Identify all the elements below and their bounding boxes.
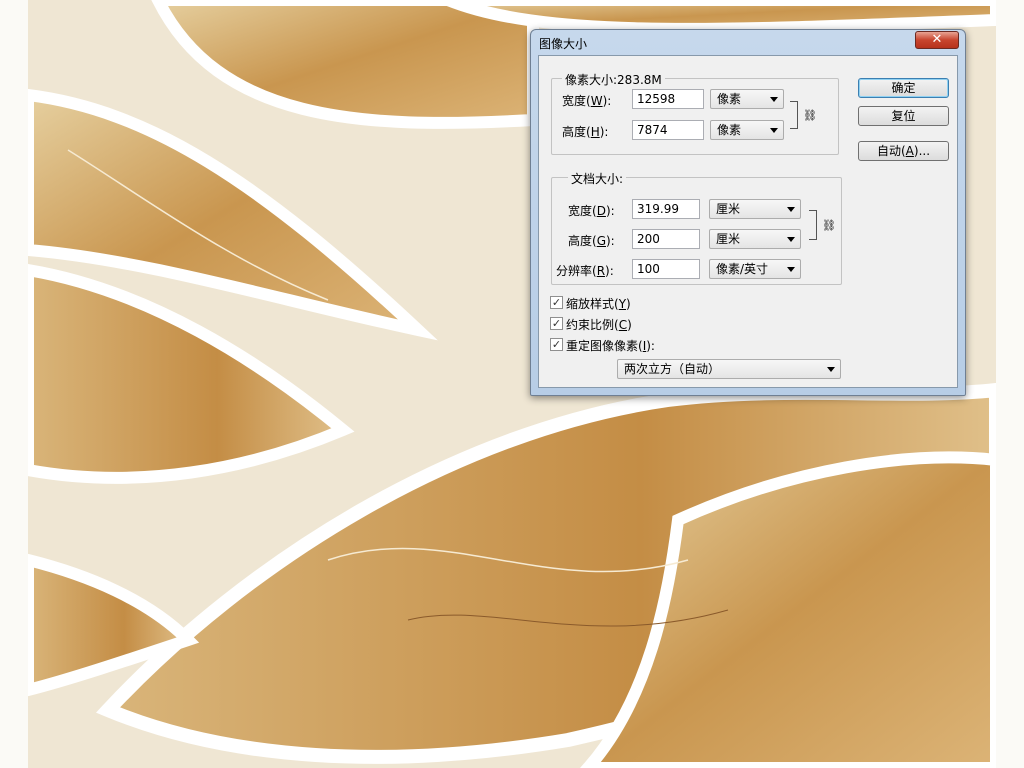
pixel-width-input[interactable]: 12598 — [632, 89, 704, 109]
chevron-down-icon — [827, 367, 835, 372]
pixel-width-label: 宽度(W): — [562, 94, 612, 108]
dialog-body: 像素大小:283.8M 宽度(W): 12598 像素 高度(H): 7874 … — [538, 55, 958, 388]
document-size-group: 文档大小: 宽度(D): 319.99 厘米 高度(G): 200 厘米 分辨率… — [551, 170, 842, 285]
chevron-down-icon — [787, 237, 795, 242]
chevron-down-icon — [787, 207, 795, 212]
close-button[interactable]: ✕ — [915, 31, 959, 49]
doc-width-label: 宽度(D): — [568, 204, 615, 218]
chevron-down-icon — [770, 97, 778, 102]
dialog-titlebar[interactable]: 图像大小 ✕ — [531, 30, 965, 54]
resolution-unit-select[interactable]: 像素/英寸 — [709, 259, 801, 279]
dialog-title: 图像大小 — [539, 37, 588, 51]
doc-height-unit-select[interactable]: 厘米 — [709, 229, 801, 249]
resample-label: 重定图像像素(I): — [566, 339, 655, 353]
document-size-label: 文档大小: — [568, 170, 627, 187]
pixel-height-unit-select[interactable]: 像素 — [710, 120, 784, 140]
resolution-label: 分辨率(R): — [556, 264, 614, 278]
constrain-proportions-label: 约束比例(C) — [566, 318, 632, 332]
pixel-dimensions-group: 像素大小:283.8M 宽度(W): 12598 像素 高度(H): 7874 … — [551, 71, 839, 155]
chevron-down-icon — [770, 128, 778, 133]
right-margin — [996, 0, 1024, 768]
doc-width-unit-select[interactable]: 厘米 — [709, 199, 801, 219]
image-size-dialog: 图像大小 ✕ 像素大小:283.8M 宽度(W): 12598 像素 高度(H)… — [530, 29, 966, 396]
resample-method-select[interactable]: 两次立方（自动） — [617, 359, 841, 379]
resolution-input[interactable]: 100 — [632, 259, 700, 279]
doc-height-input[interactable]: 200 — [632, 229, 700, 249]
chain-link-icon: ⛓ — [822, 219, 836, 232]
scale-styles-checkbox[interactable]: ✓ — [550, 296, 563, 309]
doc-height-label: 高度(G): — [568, 234, 615, 248]
auto-button[interactable]: 自动(A)... — [858, 141, 949, 161]
pixel-height-input[interactable]: 7874 — [632, 120, 704, 140]
ok-button[interactable]: 确定 — [858, 78, 949, 98]
constrain-proportions-checkbox[interactable]: ✓ — [550, 317, 563, 330]
chevron-down-icon — [787, 267, 795, 272]
scale-styles-label: 缩放样式(Y) — [566, 297, 631, 311]
pixel-dimensions-label: 像素大小:283.8M — [562, 71, 665, 88]
link-bracket — [809, 210, 817, 240]
chain-link-icon: ⛓ — [803, 109, 817, 122]
close-icon: ✕ — [931, 32, 943, 47]
resample-checkbox[interactable]: ✓ — [550, 338, 563, 351]
pixel-width-unit-select[interactable]: 像素 — [710, 89, 784, 109]
doc-width-input[interactable]: 319.99 — [632, 199, 700, 219]
link-bracket — [790, 101, 798, 129]
pixel-height-label: 高度(H): — [562, 125, 609, 139]
left-margin — [0, 0, 28, 768]
reset-button[interactable]: 复位 — [858, 106, 949, 126]
